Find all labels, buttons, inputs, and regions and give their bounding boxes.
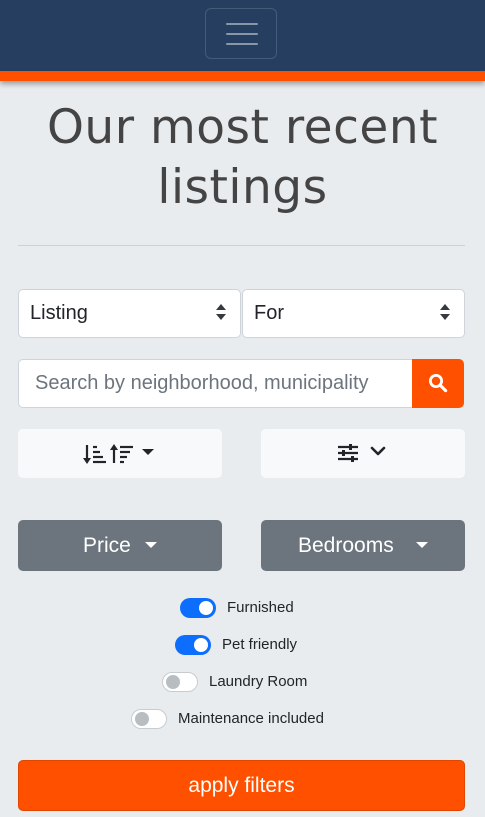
bedrooms-label: Bedrooms <box>298 534 394 557</box>
maintenance-included-label: Maintenance included <box>178 710 324 727</box>
switch-knob <box>199 601 213 615</box>
sliders-icon <box>338 444 358 462</box>
hamburger-menu-icon-bar <box>226 43 258 45</box>
pet-friendly-switch[interactable] <box>175 635 211 655</box>
furnished-switch[interactable] <box>180 598 216 618</box>
caret-down-icon <box>416 542 428 548</box>
for-select-value: For <box>254 302 284 324</box>
chevron-down-icon <box>370 446 386 456</box>
laundry-room-switch[interactable] <box>162 672 198 692</box>
furnished-label: Furnished <box>227 599 294 616</box>
select-caret-icon <box>216 304 226 322</box>
search-input[interactable] <box>18 359 412 408</box>
page-title-line-1: Our most recent <box>46 100 439 155</box>
top-navbar <box>0 0 485 71</box>
laundry-room-label: Laundry Room <box>209 673 308 690</box>
caret-down-icon <box>145 542 157 548</box>
sort-amount-up-icon <box>110 444 133 464</box>
search-icon <box>429 374 448 393</box>
hamburger-menu-icon-bar <box>226 33 258 35</box>
caret-down-icon <box>142 449 154 455</box>
page-title: Our most recent listings <box>0 98 485 218</box>
apply-filters-button[interactable]: apply filters <box>18 760 465 811</box>
hamburger-menu-icon <box>226 23 258 25</box>
switch-knob <box>166 675 180 689</box>
switch-knob <box>194 638 208 652</box>
page-title-line-2: listings <box>157 160 328 215</box>
sort-amount-down-icon <box>83 445 106 464</box>
search-button[interactable] <box>412 359 464 408</box>
maintenance-included-switch[interactable] <box>131 709 167 729</box>
bedrooms-dropdown-button[interactable]: Bedrooms <box>261 520 465 571</box>
title-divider <box>18 245 465 246</box>
price-label: Price <box>83 534 131 557</box>
switch-knob <box>135 712 149 726</box>
pet-friendly-label: Pet friendly <box>222 636 298 653</box>
listing-select[interactable]: Listing <box>18 289 241 338</box>
select-caret-icon <box>440 304 450 322</box>
listing-select-value: Listing <box>30 302 88 324</box>
sort-button[interactable] <box>18 429 222 478</box>
navbar-accent-strip <box>0 71 485 81</box>
menu-toggle-button[interactable] <box>205 8 277 59</box>
price-dropdown-button[interactable]: Price <box>18 520 222 571</box>
more-filters-button[interactable] <box>261 429 465 478</box>
for-select[interactable]: For <box>242 289 465 338</box>
